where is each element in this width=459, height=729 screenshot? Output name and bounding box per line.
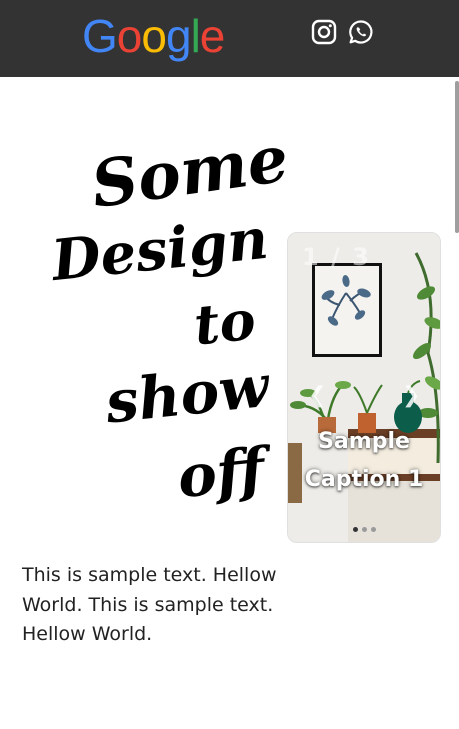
headline-line-4: show — [101, 352, 274, 437]
top-navbar: Google — [0, 0, 459, 77]
slide-counter: 1 / 3 — [302, 243, 371, 271]
carousel-indicators — [288, 517, 440, 536]
logo-letter-e: e — [199, 10, 226, 62]
carousel-dot-1[interactable] — [352, 527, 358, 532]
headline-line-2: Design — [47, 206, 272, 295]
logo-letter-g: G — [82, 10, 118, 62]
carousel-dot-3[interactable] — [370, 527, 376, 532]
hero-headline: Some Design to show off — [30, 110, 293, 512]
logo-letter-l: l — [190, 10, 201, 62]
carousel-dot-2[interactable] — [361, 527, 367, 532]
google-logo[interactable]: Google — [82, 10, 226, 62]
slide-caption-line-2: Caption 1 — [304, 467, 424, 492]
instagram-icon[interactable] — [311, 19, 337, 45]
carousel-prev-button[interactable]: ❮ — [308, 383, 326, 409]
headline-line-3: to — [191, 287, 258, 357]
logo-letter-o1: o — [116, 10, 143, 62]
image-carousel[interactable]: 1 / 3 ❮ ❯ Sample Caption 1 — [287, 232, 441, 543]
logo-letter-g2: g — [165, 10, 192, 62]
carousel-next-button[interactable]: ❯ — [402, 383, 420, 409]
slide-caption: Sample Caption 1 — [288, 423, 440, 499]
slide-caption-line-1: Sample — [318, 429, 410, 454]
scrollbar[interactable] — [455, 81, 459, 233]
whatsapp-icon[interactable] — [348, 19, 374, 45]
headline-line-5: off — [174, 434, 276, 512]
hero-body-text: This is sample text. Hellow World. This … — [22, 564, 277, 645]
logo-letter-o2: o — [141, 10, 167, 62]
